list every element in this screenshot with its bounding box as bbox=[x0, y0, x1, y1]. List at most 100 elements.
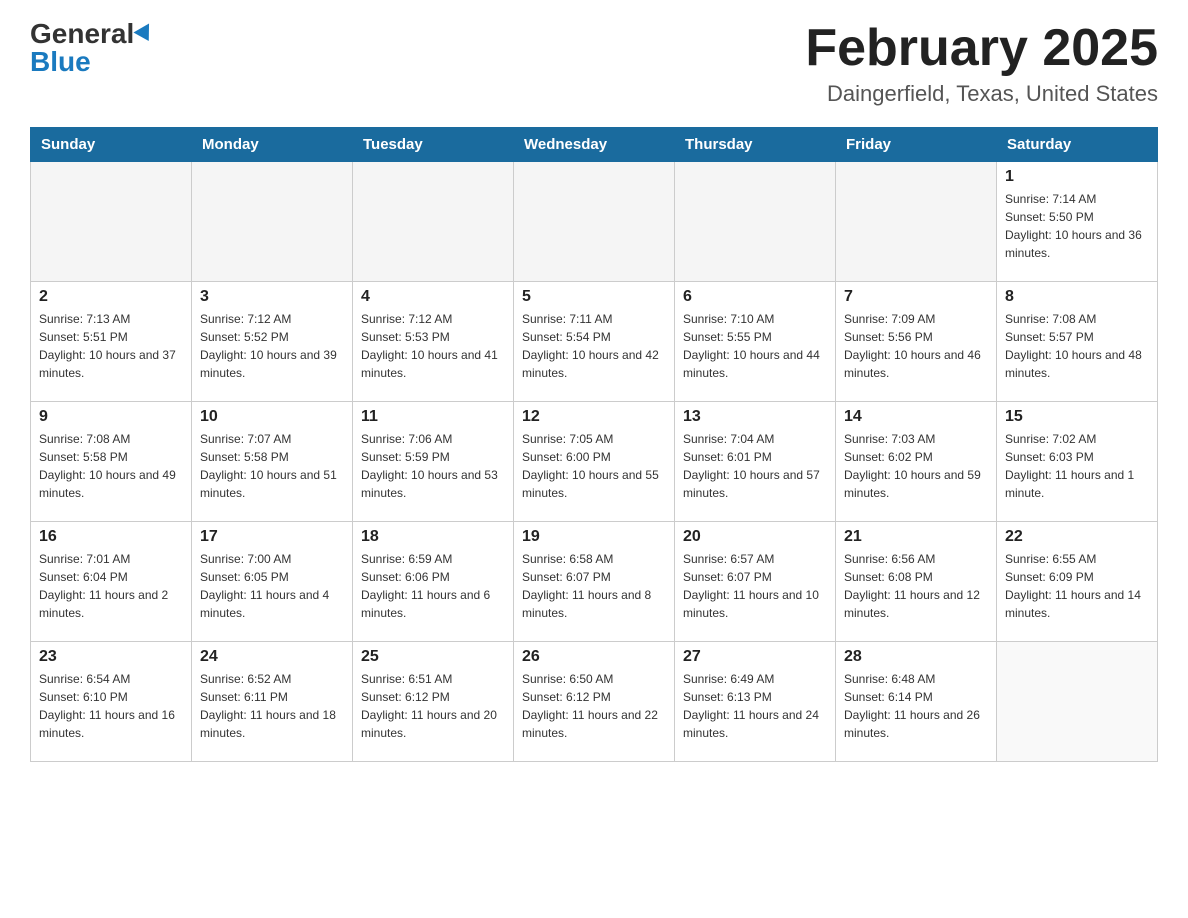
calendar-cell: 7 Sunrise: 7:09 AMSunset: 5:56 PMDaylight… bbox=[836, 282, 997, 402]
calendar-cell: 18 Sunrise: 6:59 AMSunset: 6:06 PMDayligh… bbox=[353, 522, 514, 642]
calendar-week-1: 1 Sunrise: 7:14 AMSunset: 5:50 PMDaylight… bbox=[31, 162, 1158, 282]
calendar-cell: 21Sunrise: 6:56 AMSunset: 6:08 PMDayligh… bbox=[836, 522, 997, 642]
calendar-cell: 1 Sunrise: 7:14 AMSunset: 5:50 PMDaylight… bbox=[997, 162, 1158, 282]
calendar-header: Sunday Monday Tuesday Wednesday Thursday… bbox=[31, 128, 1158, 162]
day-number: 3 bbox=[200, 288, 344, 306]
day-sun-info: Sunrise: 7:01 AMSunset: 6:04 PMDaylight:… bbox=[39, 550, 183, 622]
calendar-cell bbox=[31, 162, 192, 282]
calendar-cell: 17Sunrise: 7:00 AMSunset: 6:05 PMDayligh… bbox=[192, 522, 353, 642]
day-number: 26 bbox=[522, 648, 666, 666]
header-thursday: Thursday bbox=[675, 128, 836, 162]
day-sun-info: Sunrise: 7:04 AMSunset: 6:01 PMDaylight:… bbox=[683, 430, 827, 502]
day-sun-info: Sunrise: 6:49 AMSunset: 6:13 PMDaylight:… bbox=[683, 670, 827, 742]
day-number: 5 bbox=[522, 288, 666, 306]
calendar-cell: 5 Sunrise: 7:11 AMSunset: 5:54 PMDaylight… bbox=[514, 282, 675, 402]
calendar-week-2: 2 Sunrise: 7:13 AMSunset: 5:51 PMDaylight… bbox=[31, 282, 1158, 402]
day-number: 15 bbox=[1005, 408, 1149, 426]
calendar-cell: 16 Sunrise: 7:01 AMSunset: 6:04 PMDayligh… bbox=[31, 522, 192, 642]
calendar-cell: 19 Sunrise: 6:58 AMSunset: 6:07 PMDayligh… bbox=[514, 522, 675, 642]
day-sun-info: Sunrise: 6:57 AMSunset: 6:07 PMDaylight:… bbox=[683, 550, 827, 622]
day-sun-info: Sunrise: 7:09 AMSunset: 5:56 PMDaylight:… bbox=[844, 310, 988, 382]
day-number: 9 bbox=[39, 408, 183, 426]
calendar-cell bbox=[514, 162, 675, 282]
header-friday: Friday bbox=[836, 128, 997, 162]
calendar-cell bbox=[192, 162, 353, 282]
day-sun-info: Sunrise: 6:56 AMSunset: 6:08 PMDaylight:… bbox=[844, 550, 988, 622]
day-number: 16 bbox=[39, 528, 183, 546]
day-number: 24 bbox=[200, 648, 344, 666]
day-number: 10 bbox=[200, 408, 344, 426]
month-title: February 2025 bbox=[805, 20, 1158, 77]
day-sun-info: Sunrise: 6:51 AMSunset: 6:12 PMDaylight:… bbox=[361, 670, 505, 742]
day-number: 13 bbox=[683, 408, 827, 426]
day-sun-info: Sunrise: 6:55 AMSunset: 6:09 PMDaylight:… bbox=[1005, 550, 1149, 622]
day-number: 19 bbox=[522, 528, 666, 546]
day-number: 11 bbox=[361, 408, 505, 426]
calendar-cell: 25 Sunrise: 6:51 AMSunset: 6:12 PMDayligh… bbox=[353, 642, 514, 762]
day-number: 4 bbox=[361, 288, 505, 306]
calendar-cell: 13 Sunrise: 7:04 AMSunset: 6:01 PMDayligh… bbox=[675, 402, 836, 522]
calendar-cell: 12 Sunrise: 7:05 AMSunset: 6:00 PMDayligh… bbox=[514, 402, 675, 522]
calendar-week-5: 23 Sunrise: 6:54 AMSunset: 6:10 PMDayligh… bbox=[31, 642, 1158, 762]
calendar-cell: 3Sunrise: 7:12 AMSunset: 5:52 PMDaylight… bbox=[192, 282, 353, 402]
day-sun-info: Sunrise: 7:08 AMSunset: 5:58 PMDaylight:… bbox=[39, 430, 183, 502]
calendar-cell: 9 Sunrise: 7:08 AMSunset: 5:58 PMDaylight… bbox=[31, 402, 192, 522]
header-wednesday: Wednesday bbox=[514, 128, 675, 162]
calendar-body: 1 Sunrise: 7:14 AMSunset: 5:50 PMDaylight… bbox=[31, 162, 1158, 762]
logo-blue-text: Blue bbox=[30, 48, 91, 76]
title-section: February 2025 Daingerfield, Texas, Unite… bbox=[805, 20, 1158, 107]
day-number: 25 bbox=[361, 648, 505, 666]
calendar-cell bbox=[836, 162, 997, 282]
calendar-cell: 27 Sunrise: 6:49 AMSunset: 6:13 PMDayligh… bbox=[675, 642, 836, 762]
day-sun-info: Sunrise: 7:03 AMSunset: 6:02 PMDaylight:… bbox=[844, 430, 988, 502]
day-number: 22 bbox=[1005, 528, 1149, 546]
logo-triangle-icon bbox=[134, 23, 157, 45]
day-number: 27 bbox=[683, 648, 827, 666]
day-sun-info: Sunrise: 7:12 AMSunset: 5:53 PMDaylight:… bbox=[361, 310, 505, 382]
day-sun-info: Sunrise: 7:05 AMSunset: 6:00 PMDaylight:… bbox=[522, 430, 666, 502]
day-sun-info: Sunrise: 7:11 AMSunset: 5:54 PMDaylight:… bbox=[522, 310, 666, 382]
day-number: 8 bbox=[1005, 288, 1149, 306]
calendar-cell: 22 Sunrise: 6:55 AMSunset: 6:09 PMDayligh… bbox=[997, 522, 1158, 642]
header-monday: Monday bbox=[192, 128, 353, 162]
calendar-cell: 2 Sunrise: 7:13 AMSunset: 5:51 PMDaylight… bbox=[31, 282, 192, 402]
day-sun-info: Sunrise: 6:52 AMSunset: 6:11 PMDaylight:… bbox=[200, 670, 344, 742]
day-number: 28 bbox=[844, 648, 988, 666]
calendar-cell: 24 Sunrise: 6:52 AMSunset: 6:11 PMDayligh… bbox=[192, 642, 353, 762]
calendar-cell: 23 Sunrise: 6:54 AMSunset: 6:10 PMDayligh… bbox=[31, 642, 192, 762]
calendar-week-3: 9 Sunrise: 7:08 AMSunset: 5:58 PMDaylight… bbox=[31, 402, 1158, 522]
calendar-cell: 4 Sunrise: 7:12 AMSunset: 5:53 PMDaylight… bbox=[353, 282, 514, 402]
day-sun-info: Sunrise: 6:58 AMSunset: 6:07 PMDaylight:… bbox=[522, 550, 666, 622]
header-sunday: Sunday bbox=[31, 128, 192, 162]
page-header: General Blue February 2025 Daingerfield,… bbox=[30, 20, 1158, 107]
day-number: 18 bbox=[361, 528, 505, 546]
day-number: 12 bbox=[522, 408, 666, 426]
calendar-cell bbox=[997, 642, 1158, 762]
day-sun-info: Sunrise: 6:54 AMSunset: 6:10 PMDaylight:… bbox=[39, 670, 183, 742]
day-number: 23 bbox=[39, 648, 183, 666]
day-number: 20 bbox=[683, 528, 827, 546]
calendar-cell: 11 Sunrise: 7:06 AMSunset: 5:59 PMDayligh… bbox=[353, 402, 514, 522]
day-number: 2 bbox=[39, 288, 183, 306]
day-sun-info: Sunrise: 6:59 AMSunset: 6:06 PMDaylight:… bbox=[361, 550, 505, 622]
day-number: 1 bbox=[1005, 168, 1149, 186]
calendar-cell: 8Sunrise: 7:08 AMSunset: 5:57 PMDaylight… bbox=[997, 282, 1158, 402]
calendar-cell: 26Sunrise: 6:50 AMSunset: 6:12 PMDayligh… bbox=[514, 642, 675, 762]
calendar-cell bbox=[353, 162, 514, 282]
day-headers-row: Sunday Monday Tuesday Wednesday Thursday… bbox=[31, 128, 1158, 162]
calendar-cell: 10 Sunrise: 7:07 AMSunset: 5:58 PMDayligh… bbox=[192, 402, 353, 522]
header-tuesday: Tuesday bbox=[353, 128, 514, 162]
day-sun-info: Sunrise: 7:14 AMSunset: 5:50 PMDaylight:… bbox=[1005, 190, 1149, 262]
day-number: 7 bbox=[844, 288, 988, 306]
header-saturday: Saturday bbox=[997, 128, 1158, 162]
day-sun-info: Sunrise: 6:48 AMSunset: 6:14 PMDaylight:… bbox=[844, 670, 988, 742]
day-sun-info: Sunrise: 7:07 AMSunset: 5:58 PMDaylight:… bbox=[200, 430, 344, 502]
day-sun-info: Sunrise: 7:06 AMSunset: 5:59 PMDaylight:… bbox=[361, 430, 505, 502]
day-sun-info: Sunrise: 7:02 AMSunset: 6:03 PMDaylight:… bbox=[1005, 430, 1149, 502]
logo-general-text: General bbox=[30, 20, 134, 48]
day-sun-info: Sunrise: 7:13 AMSunset: 5:51 PMDaylight:… bbox=[39, 310, 183, 382]
logo: General Blue bbox=[30, 20, 154, 76]
calendar-cell bbox=[675, 162, 836, 282]
day-number: 6 bbox=[683, 288, 827, 306]
calendar-table: Sunday Monday Tuesday Wednesday Thursday… bbox=[30, 127, 1158, 762]
